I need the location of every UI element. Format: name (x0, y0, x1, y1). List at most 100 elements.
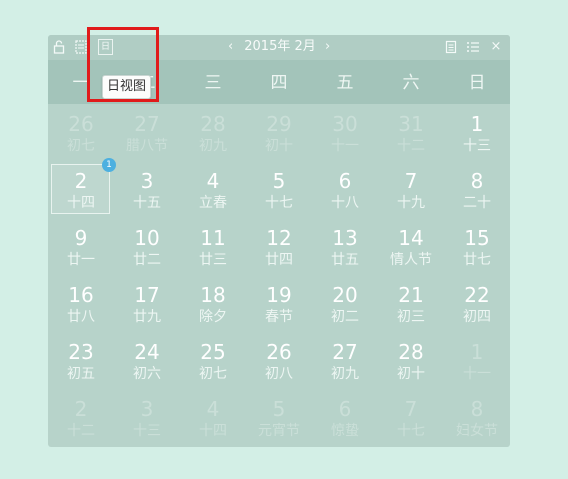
day-cell[interactable]: 3 十三 (114, 389, 180, 446)
close-icon[interactable]: × (490, 39, 502, 55)
day-number: 16 (68, 283, 94, 307)
day-cell[interactable]: 26 初七 (48, 104, 114, 161)
day-cell[interactable]: 31 十二 (378, 104, 444, 161)
day-cell[interactable]: 13 廿五 (312, 218, 378, 275)
day-number: 26 (266, 340, 292, 364)
day-cell[interactable]: 15 廿七 (444, 218, 510, 275)
day-number: 1 (470, 112, 484, 136)
lunar-date: 廿八 (67, 309, 95, 325)
day-cell[interactable]: 7 十七 (378, 389, 444, 446)
day-cell[interactable]: 19 春节 (246, 275, 312, 332)
lunar-date: 十八 (331, 195, 359, 211)
day-number: 27 (134, 112, 160, 136)
day-number: 4 (206, 397, 220, 421)
day-cell[interactable]: 23 初五 (48, 332, 114, 389)
day-cell[interactable]: 22 初四 (444, 275, 510, 332)
month-title: 2015年 2月 (244, 39, 316, 54)
weekday-label: 五 (336, 73, 354, 93)
lunar-date: 初七 (67, 138, 95, 154)
day-cell[interactable]: 4 十四 (180, 389, 246, 446)
lunar-date: 十四 (67, 195, 95, 211)
day-cell[interactable]: 8 二十 (444, 161, 510, 218)
day-cell[interactable]: 2 十二 (48, 389, 114, 446)
day-number: 2 (74, 169, 88, 193)
lunar-date: 十一 (463, 366, 491, 382)
day-cell[interactable]: 3 十五 (114, 161, 180, 218)
day-cell-selected[interactable]: 2 十四 1 (48, 158, 116, 218)
prev-month-button[interactable]: ‹ (228, 38, 233, 56)
day-cell[interactable]: 14 情人节 (378, 218, 444, 275)
day-cell[interactable]: 28 初十 (378, 332, 444, 389)
lunar-date: 腊八节 (126, 138, 168, 154)
day-number: 5 (272, 397, 286, 421)
day-cell[interactable]: 11 廿三 (180, 218, 246, 275)
day-cell[interactable]: 5 元宵节 (246, 389, 312, 446)
lunar-date: 廿三 (199, 252, 227, 268)
next-month-button[interactable]: › (325, 38, 330, 56)
lunar-date: 初十 (265, 138, 293, 154)
day-cell[interactable]: 25 初七 (180, 332, 246, 389)
lunar-date: 廿二 (133, 252, 161, 268)
lunar-date: 春节 (265, 309, 293, 325)
lunar-date: 廿七 (463, 252, 491, 268)
day-cell[interactable]: 20 初二 (312, 275, 378, 332)
day-cell[interactable]: 28 初九 (180, 104, 246, 161)
day-cell[interactable]: 26 初八 (246, 332, 312, 389)
day-cell[interactable]: 27 腊八节 (114, 104, 180, 161)
day-number: 24 (134, 340, 160, 364)
day-number: 19 (266, 283, 292, 307)
day-cell[interactable]: 8 妇女节 (444, 389, 510, 446)
day-number: 23 (68, 340, 94, 364)
day-number: 4 (206, 169, 220, 193)
day-cell[interactable]: 9 廿一 (48, 218, 114, 275)
calendar-grid: 26 初七 27 腊八节 28 初九 29 初十 30 十一 31 十二 1 十三 2 十四 1 3 十五 4 立春 5 十… (48, 104, 510, 447)
lunar-date: 十九 (397, 195, 425, 211)
day-number: 18 (200, 283, 226, 307)
day-number: 13 (332, 226, 358, 250)
day-cell[interactable]: 1 十三 (444, 104, 510, 161)
day-number: 25 (200, 340, 226, 364)
day-number: 28 (398, 340, 424, 364)
day-cell[interactable]: 10 廿二 (114, 218, 180, 275)
lunar-date: 十七 (265, 195, 293, 211)
weekday-label: 日 (468, 73, 486, 93)
lunar-date: 十四 (199, 423, 227, 439)
day-number: 8 (470, 169, 484, 193)
day-cell[interactable]: 17 廿九 (114, 275, 180, 332)
day-number: 29 (266, 112, 292, 136)
day-number: 8 (470, 397, 484, 421)
day-cell[interactable]: 27 初九 (312, 332, 378, 389)
month-view-icon[interactable] (74, 39, 88, 55)
day-cell[interactable]: 6 十八 (312, 161, 378, 218)
day-cell[interactable]: 7 十九 (378, 161, 444, 218)
day-cell[interactable]: 30 十一 (312, 104, 378, 161)
lunar-date: 十七 (397, 423, 425, 439)
day-number: 14 (398, 226, 424, 250)
day-cell[interactable]: 21 初三 (378, 275, 444, 332)
day-cell[interactable]: 12 廿四 (246, 218, 312, 275)
day-number: 9 (74, 226, 88, 250)
weekday-label: 六 (402, 73, 420, 93)
lunar-date: 十二 (397, 138, 425, 154)
day-number: 3 (140, 397, 154, 421)
day-cell[interactable]: 1 十一 (444, 332, 510, 389)
day-cell[interactable]: 29 初十 (246, 104, 312, 161)
day-cell[interactable]: 16 廿八 (48, 275, 114, 332)
day-number: 15 (464, 226, 490, 250)
lunar-date: 十三 (463, 138, 491, 154)
menu-icon[interactable] (466, 39, 480, 55)
lunar-date: 廿四 (265, 252, 293, 268)
lunar-date: 初九 (331, 366, 359, 382)
lock-icon[interactable] (53, 39, 67, 55)
day-cell[interactable]: 24 初六 (114, 332, 180, 389)
day-number: 26 (68, 112, 94, 136)
day-cell[interactable]: 5 十七 (246, 161, 312, 218)
lunar-date: 初七 (199, 366, 227, 382)
day-number: 3 (140, 169, 154, 193)
list-view-icon[interactable] (445, 39, 457, 55)
day-cell[interactable]: 4 立春 (180, 161, 246, 218)
day-cell[interactable]: 6 惊蛰 (312, 389, 378, 446)
lunar-date: 情人节 (390, 252, 432, 268)
lunar-date: 初十 (397, 366, 425, 382)
day-cell[interactable]: 18 除夕 (180, 275, 246, 332)
